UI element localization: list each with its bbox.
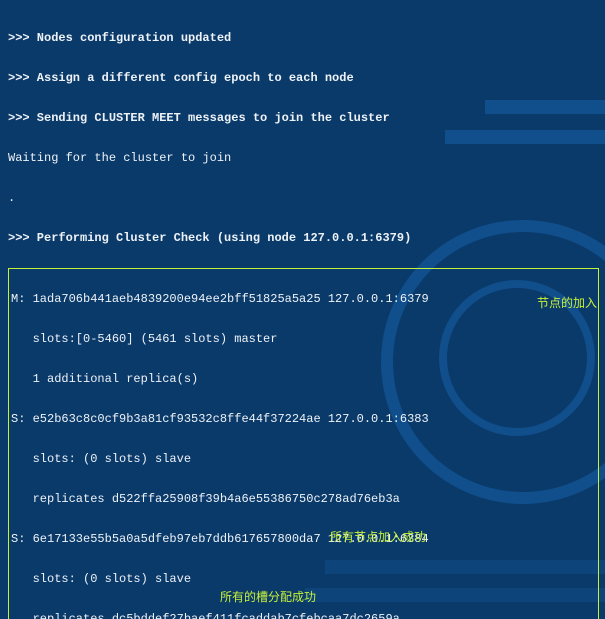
line-assign-epoch: >>> Assign a different config epoch to e… [8, 68, 599, 88]
node-slave-6383-slots: slots: (0 slots) slave [11, 449, 596, 469]
line-waiting-for-cluster: Waiting for the cluster to join [8, 148, 599, 168]
line-sending-cluster-meet: >>> Sending CLUSTER MEET messages to joi… [8, 108, 599, 128]
line-dot: . [8, 188, 599, 208]
line-nodes-config-updated: >>> Nodes configuration updated [8, 28, 599, 48]
node-slave-6383-replicates: replicates d522ffa25908f39b4a6e55386750c… [11, 489, 596, 509]
node-master-6379: M: 1ada706b441aeb4839200e94ee2bff51825a5… [11, 289, 596, 309]
node-slave-6384: S: 6e17133e55b5a0a5dfeb97eb7ddb617657800… [11, 529, 596, 549]
node-slave-6383: S: e52b63c8c0cf9b3a81cf93532c8ffe44f3722… [11, 409, 596, 429]
node-master-6379-slots: slots:[0-5460] (5461 slots) master [11, 329, 596, 349]
node-master-6379-replica: 1 additional replica(s) [11, 369, 596, 389]
line-performing-check: >>> Performing Cluster Check (using node… [8, 228, 599, 248]
node-slave-6384-slots: slots: (0 slots) slave [11, 569, 596, 589]
nodes-box: M: 1ada706b441aeb4839200e94ee2bff51825a5… [8, 268, 599, 619]
terminal-output: >>> Nodes configuration updated >>> Assi… [0, 0, 605, 619]
node-slave-6384-replicates: replicates dc5bddef27baef411fcaddab7cfeb… [11, 609, 596, 619]
